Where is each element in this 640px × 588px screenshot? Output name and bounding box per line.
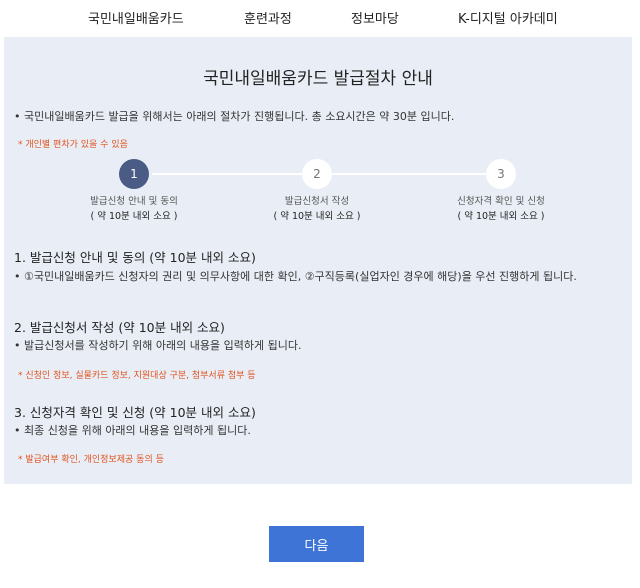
step-3-indicator: 3 xyxy=(486,159,516,189)
next-button[interactable]: 다음 xyxy=(269,526,364,562)
step-2-title: 발급신청서 작성 xyxy=(284,196,350,207)
intro-note: • 국민내일배움카드 발급을 위해서는 아래의 절차가 진행됩니다. 총 소요시… xyxy=(14,110,455,123)
step-3-duration: ( 약 10분 내외 소요 ) xyxy=(457,211,545,222)
section-3-note: * 발급여부 확인, 개인정보제공 동의 등 xyxy=(18,455,164,465)
step-2-duration: ( 약 10분 내외 소요 ) xyxy=(273,211,361,222)
nav-item-card[interactable]: 국민내일배움카드 xyxy=(88,8,184,27)
nav-item-kdigital[interactable]: K-디지털 아카데미 xyxy=(458,8,558,27)
section-3-description: • 최종 신청을 위해 아래의 내용을 입력하게 됩니다. xyxy=(14,424,251,437)
step-2-label: 발급신청서 작성 ( 약 10분 내외 소요 ) xyxy=(227,194,407,224)
deviation-warning: * 개인별 편차가 있을 수 있음 xyxy=(18,140,128,150)
step-2-indicator: 2 xyxy=(302,159,332,189)
procedure-panel: 국민내일배움카드 발급절차 안내 • 국민내일배움카드 발급을 위해서는 아래의… xyxy=(4,37,632,484)
step-1-indicator: 1 xyxy=(119,159,149,189)
top-navigation: 국민내일배움카드 훈련과정 정보마당 K-디지털 아카데미 xyxy=(0,0,640,33)
nav-item-info[interactable]: 정보마당 xyxy=(351,8,399,27)
step-3-title: 신청자격 확인 및 신청 xyxy=(457,196,545,207)
step-connector xyxy=(152,173,302,175)
section-2-description: • 발급신청서를 작성하기 위해 아래의 내용을 입력하게 됩니다. xyxy=(14,339,302,352)
nav-item-courses[interactable]: 훈련과정 xyxy=(244,8,292,27)
section-1-description: • ①국민내일배움카드 신청자의 권리 및 의무사항에 대한 확인, ②구직등록… xyxy=(14,270,577,283)
step-connector xyxy=(330,173,488,175)
step-3-label: 신청자격 확인 및 신청 ( 약 10분 내외 소요 ) xyxy=(411,194,591,224)
section-2-heading: 2. 발급신청서 작성 (약 10분 내외 소요) xyxy=(14,320,225,335)
section-2-note: * 신청인 정보, 실물카드 정보, 지원대상 구분, 첨부서류 첨부 등 xyxy=(18,371,256,381)
section-3-heading: 3. 신청자격 확인 및 신청 (약 10분 내외 소요) xyxy=(14,405,256,420)
section-1-heading: 1. 발급신청 안내 및 동의 (약 10분 내외 소요) xyxy=(14,250,256,265)
step-1-duration: ( 약 10분 내외 소요 ) xyxy=(90,211,178,222)
step-1-title: 발급신청 안내 및 동의 xyxy=(90,196,178,207)
page-title: 국민내일배움카드 발급절차 안내 xyxy=(203,69,433,89)
step-1-label: 발급신청 안내 및 동의 ( 약 10분 내외 소요 ) xyxy=(44,194,224,224)
